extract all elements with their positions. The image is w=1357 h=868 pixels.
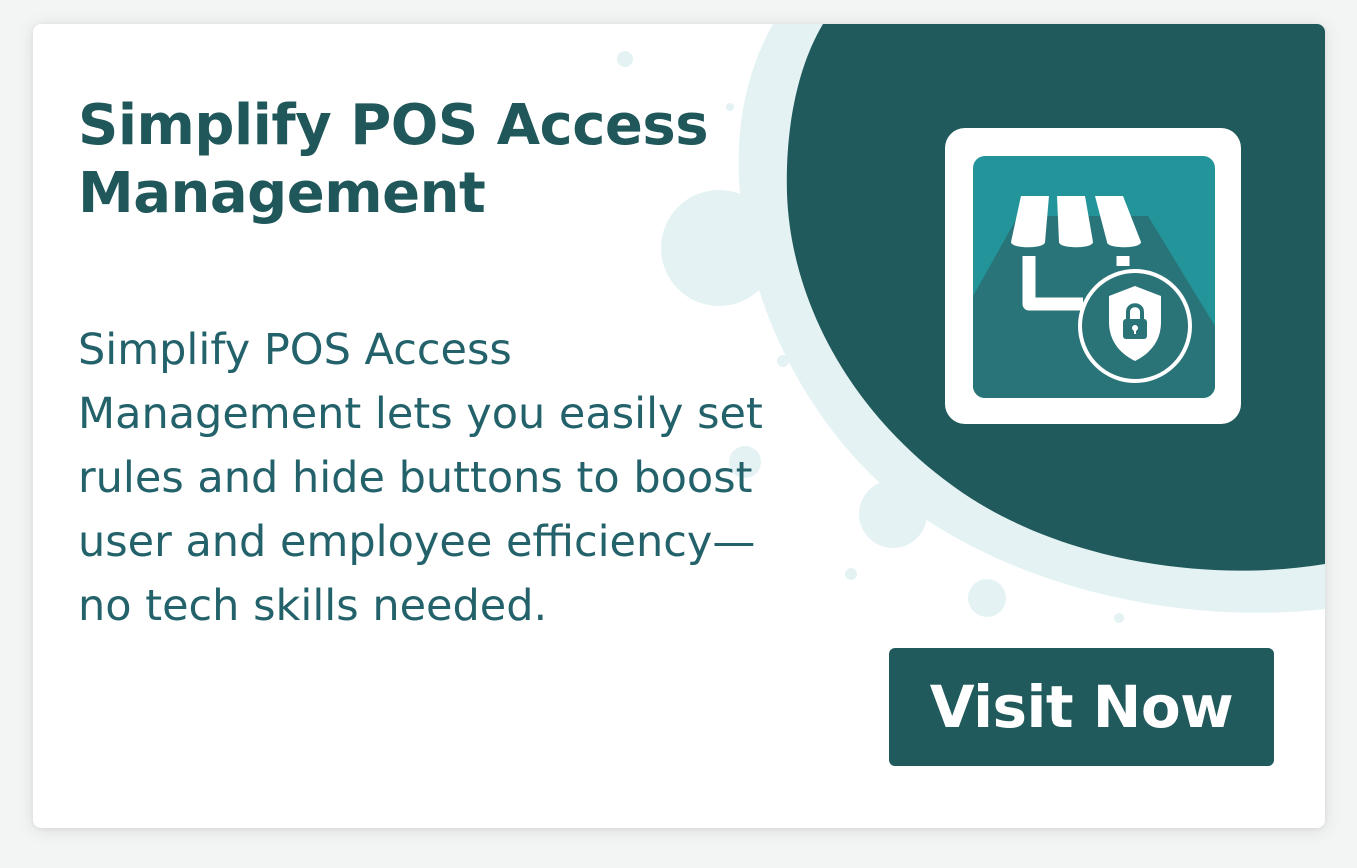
promo-card: Simplify POS Access Management Simplify … [33,24,1325,828]
bubble [617,51,633,67]
app-icon-frame [945,128,1241,424]
promo-description: Simplify POS Access Management lets you … [78,325,763,631]
bubble [845,568,857,580]
bubble [1114,613,1124,623]
app-icon-tile [973,156,1215,398]
store-lock-icon [973,196,1215,398]
bubble [968,579,1006,617]
bubble [859,480,927,548]
promo-title: Simplify POS Access Management [78,93,709,226]
visit-now-button[interactable]: Visit Now [889,648,1274,766]
